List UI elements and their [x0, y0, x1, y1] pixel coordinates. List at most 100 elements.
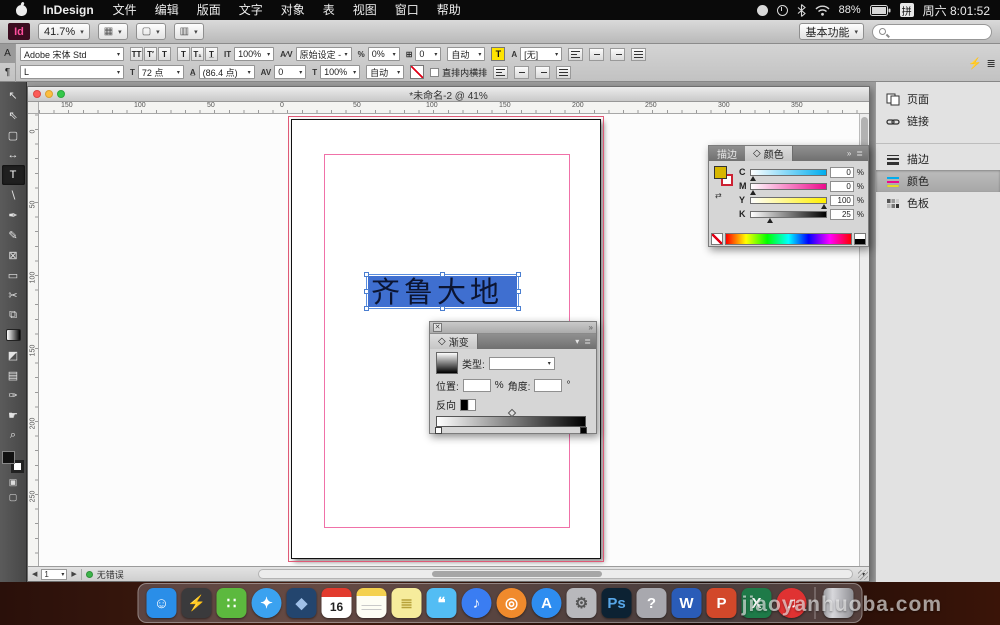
dock-finder[interactable]: ☺	[147, 588, 177, 618]
eyedropper-tool[interactable]: ✑	[2, 385, 25, 405]
align-right-button[interactable]	[610, 48, 625, 61]
screen-mode-button[interactable]: ▢▾	[136, 23, 166, 40]
menu-layout[interactable]: 版面	[188, 0, 230, 20]
pen-tool[interactable]: ✒	[2, 205, 25, 225]
horizontal-scroll-thumb[interactable]	[432, 571, 602, 577]
align-left-button[interactable]	[493, 66, 508, 79]
close-panel-icon[interactable]: ✕	[433, 323, 442, 332]
dock-item-color[interactable]: 颜色	[876, 170, 1000, 192]
kerning-field[interactable]: 原始设定 -▾	[296, 47, 352, 61]
frame-handle[interactable]	[516, 289, 521, 294]
frame-handle[interactable]	[440, 306, 445, 311]
tab-color[interactable]: ◇ 颜色	[745, 146, 793, 161]
document-title-bar[interactable]: *未命名-2 @ 41%	[28, 87, 869, 102]
none-swatch[interactable]	[711, 233, 723, 245]
align-justify-button[interactable]	[556, 66, 571, 79]
dock-itunes[interactable]: ♪	[462, 588, 492, 618]
menu-clock[interactable]: 周六 8:01:52	[923, 2, 990, 19]
color-fill-stroke-proxy[interactable]: ⇄	[713, 165, 735, 232]
dock-item-links[interactable]: 链接	[876, 110, 1000, 132]
dock-item-pages[interactable]: 页面	[876, 88, 1000, 110]
horizontal-scale-field[interactable]: 100%▾	[320, 65, 360, 79]
dock-green-utility[interactable]: ∷	[217, 588, 247, 618]
case-group-2[interactable]: T	[158, 47, 171, 61]
tab-gradient[interactable]: ◇ 渐变	[430, 334, 478, 349]
position-input[interactable]	[463, 379, 491, 392]
control-panel-menu-icon[interactable]: ≣	[987, 57, 996, 70]
gradient-feather-tool[interactable]: ◩	[2, 345, 25, 365]
mojikumi-select[interactable]: 自动▾	[447, 47, 485, 61]
gradient-panel-drag-bar[interactable]: ✕ »	[430, 322, 596, 334]
collapse-panel-icon[interactable]: »	[589, 323, 593, 332]
line-tool[interactable]: ∖	[2, 185, 25, 205]
spectrum-ramp[interactable]	[725, 233, 852, 245]
menu-file[interactable]: 文件	[104, 0, 146, 20]
channel-M-value[interactable]: 0	[830, 181, 854, 192]
paragraph-formatting-mode[interactable]: ¶	[0, 63, 15, 82]
frame-handle[interactable]	[516, 272, 521, 277]
dock-messages[interactable]: ❝	[427, 588, 457, 618]
normal-view-mode-button[interactable]: ▢	[9, 492, 18, 503]
hand-tool[interactable]: ☛	[2, 405, 25, 425]
dock-safari[interactable]: ✦	[252, 588, 282, 618]
panel-menu-icon[interactable]: ▾	[575, 337, 579, 346]
tracking-field[interactable]: 0▾	[274, 65, 306, 79]
gradient-stop-start[interactable]	[435, 427, 442, 434]
dock-word[interactable]: W	[672, 588, 702, 618]
fill-stroke-proxy[interactable]	[2, 451, 24, 473]
fill-proxy-swatch[interactable]	[714, 166, 727, 179]
page-tool[interactable]: ▢	[2, 125, 25, 145]
channel-K-slider[interactable]	[750, 211, 827, 218]
dock-calendar[interactable]: 16	[322, 588, 352, 618]
wifi-icon[interactable]	[815, 5, 830, 16]
next-page-button[interactable]: ▶	[71, 570, 76, 578]
font-size-field[interactable]: 72 点▾	[138, 65, 184, 79]
workspace-switcher[interactable]: 基本功能▾	[799, 23, 864, 40]
align-center-button[interactable]	[589, 48, 604, 61]
collapse-panel-icon[interactable]: »	[847, 149, 851, 158]
frame-handle[interactable]	[364, 289, 369, 294]
character-formatting-mode[interactable]: A	[0, 44, 15, 63]
swap-fill-stroke-icon[interactable]: ⇄	[715, 191, 722, 200]
dock-unknown-app[interactable]: ?	[637, 588, 667, 618]
vertical-scale-field[interactable]: 100%▾	[234, 47, 274, 61]
page-number-field[interactable]: 1▾	[41, 569, 67, 580]
panel-menu-icon[interactable]: ≣	[856, 149, 863, 158]
dock-dark-blue-app[interactable]: ◆	[287, 588, 317, 618]
gradient-stop-end[interactable]	[580, 427, 587, 434]
menu-type[interactable]: 文字	[230, 0, 272, 20]
align-right-button[interactable]	[535, 66, 550, 79]
rectangle-frame-tool[interactable]: ⊠	[2, 245, 25, 265]
dock-notes[interactable]	[357, 588, 387, 618]
scissors-tool[interactable]: ✂	[2, 285, 25, 305]
rectangle-tool[interactable]: ▭	[2, 265, 25, 285]
minimize-window-button[interactable]	[45, 90, 53, 98]
dock-photoshop[interactable]: Ps	[602, 588, 632, 618]
frame-handle[interactable]	[516, 306, 521, 311]
vertical-ruler[interactable]: 050100150200250	[28, 114, 39, 568]
menu-table[interactable]: 表	[314, 0, 344, 20]
first-page-button[interactable]: ◀	[32, 570, 37, 578]
script-group-1[interactable]: T₁	[191, 47, 204, 61]
zoom-level-select[interactable]: 41.7%▾	[38, 23, 90, 40]
frame-handle[interactable]	[440, 272, 445, 277]
frame-handle[interactable]	[364, 306, 369, 311]
channel-C-value[interactable]: 0	[830, 167, 854, 178]
arrange-documents-button[interactable]: ▥▾	[174, 23, 204, 40]
case-group-1[interactable]: T′	[144, 47, 157, 61]
menu-edit[interactable]: 编辑	[146, 0, 188, 20]
proportional-spacing-field[interactable]: 0%▾	[368, 47, 400, 61]
vih-checkbox[interactable]: 直排内横排	[430, 66, 487, 79]
pencil-tool[interactable]: ✎	[2, 225, 25, 245]
reverse-gradient-icon[interactable]	[460, 399, 476, 411]
gradient-thumbnail[interactable]	[436, 352, 458, 374]
text-frame[interactable]: 齐鲁大地	[366, 274, 519, 309]
input-method-icon[interactable]: 拼	[900, 3, 914, 17]
dock-powerpoint[interactable]: P	[707, 588, 737, 618]
gradient-type-select[interactable]: ▾	[489, 357, 555, 370]
tab-stroke[interactable]: 描边	[709, 146, 745, 161]
panel-menu-icon[interactable]: ≣	[584, 337, 591, 346]
align-left-button[interactable]	[568, 48, 583, 61]
char-style-select[interactable]: [无]▾	[520, 47, 562, 61]
bluetooth-icon[interactable]	[797, 4, 806, 17]
